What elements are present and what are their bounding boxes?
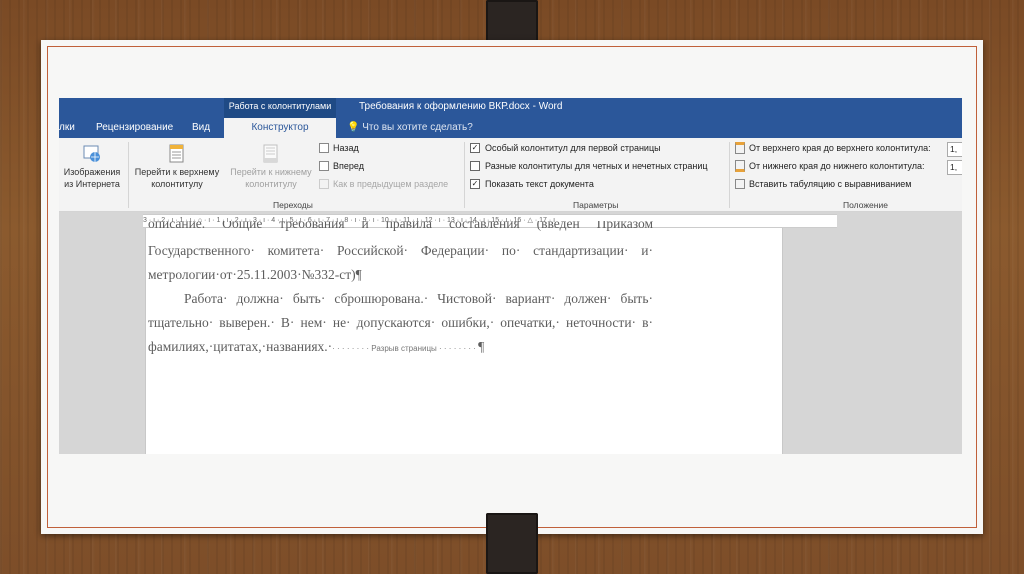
footer-position-input[interactable]: 1, <box>947 160 962 175</box>
previous-label: Назад <box>333 143 359 153</box>
show-text-label: Показать текст документа <box>485 179 594 189</box>
odd-even-checkbox[interactable]: Разные колонтитулы для четных и нечетных… <box>470 159 708 174</box>
insert-alignment-tab-label: Вставить табуляцию с выравниванием <box>749 179 912 189</box>
checkbox-unchecked-icon <box>470 160 480 171</box>
previous-icon <box>319 142 329 153</box>
page-break-label: Разрыв страницы <box>371 344 437 353</box>
window-title: Требования к оформлению ВКР.docx - Word <box>359 101 563 112</box>
slide-card: Работа с колонтитулами Требования к офор… <box>41 40 983 534</box>
group-separator <box>464 142 465 208</box>
pilcrow-mark: ¶ <box>478 339 485 354</box>
online-pictures-label: Изображения из Интернета <box>63 167 121 189</box>
tab-design[interactable]: Конструктор <box>224 118 336 138</box>
tab-mailings[interactable]: лки <box>59 118 83 138</box>
text-line-partial: описание. Общие требования и правила сос… <box>148 221 653 231</box>
tell-me-box[interactable]: 💡 Что вы хотите сделать? <box>347 118 473 138</box>
next-label: Вперед <box>333 161 364 171</box>
text-line-with-break: фамилиях,·цитатах,·названиях.·· · · · · … <box>148 335 653 359</box>
text-line: Государственного· комитета· Российской· … <box>148 243 653 258</box>
footer-position-control: От нижнего края до нижнего колонтитула: <box>735 159 924 174</box>
previous-button[interactable]: Назад <box>319 141 359 156</box>
show-text-checkbox[interactable]: ✓ Показать текст документа <box>470 177 594 192</box>
different-first-page-checkbox[interactable]: ✓ Особый колонтитул для первой страницы <box>470 141 661 156</box>
goto-footer-button[interactable]: Перейти к нижнему колонтитулу <box>225 144 317 190</box>
alignment-tab-icon <box>735 178 745 189</box>
tab-view[interactable]: Вид <box>192 118 210 138</box>
header-position-input[interactable]: 1, <box>947 142 962 157</box>
next-icon <box>319 160 329 171</box>
footer-page-icon <box>262 144 280 164</box>
title-bar: Работа с колонтитулами Требования к офор… <box>59 98 962 118</box>
tab-review[interactable]: Рецензирование <box>96 118 173 138</box>
lightbulb-icon: 💡 <box>347 122 360 133</box>
goto-header-label: Перейти к верхнему колонтитулу <box>134 167 220 189</box>
link-icon <box>319 178 329 189</box>
context-tab-group: Работа с колонтитулами <box>224 98 336 118</box>
header-position-control: От верхнего края до верхнего колонтитула… <box>735 141 931 156</box>
text-line: Работа· должна· быть· сброшюрована.· Чис… <box>184 291 653 306</box>
text-line: фамилиях,·цитатах,·названиях.· <box>148 339 333 354</box>
online-pictures-icon <box>83 144 101 164</box>
page-break-marker: · · · · · · · · Разрыв страницы · · · · … <box>332 344 479 353</box>
checkbox-checked-icon: ✓ <box>470 142 480 153</box>
text-line: тщательно· выверен.· В· нем· не· допуска… <box>148 315 653 330</box>
navigation-group-label: Переходы <box>273 200 313 210</box>
options-group-label: Параметры <box>573 200 619 210</box>
link-previous-label: Как в предыдущем разделе <box>333 179 449 189</box>
text-line: метрологии·от·25.11.2003·№332-ст)¶ <box>148 267 362 282</box>
binder-clip-bottom <box>486 513 538 574</box>
footer-position-label: От нижнего края до нижнего колонтитула: <box>749 161 925 171</box>
insert-alignment-tab-button[interactable]: Вставить табуляцию с выравниванием <box>735 177 911 192</box>
group-separator <box>729 142 730 208</box>
tell-me-text: Что вы хотите сделать? <box>362 122 473 133</box>
goto-header-button[interactable]: Перейти к верхнему колонтитулу <box>131 144 223 190</box>
checkbox-checked-icon: ✓ <box>470 178 480 189</box>
ribbon-tabs: лки Рецензирование Вид Конструктор 💡 Что… <box>59 118 962 138</box>
link-previous-button[interactable]: Как в предыдущем разделе <box>319 177 448 192</box>
document-text-top: описание. Общие требования и правила сос… <box>148 221 653 239</box>
header-position-label: От верхнего края до верхнего колонтитула… <box>749 143 931 153</box>
header-position-icon <box>735 141 745 154</box>
goto-footer-label: Перейти к нижнему колонтитулу <box>230 167 312 189</box>
odd-even-label: Разные колонтитулы для четных и нечетных… <box>485 161 708 171</box>
header-page-icon <box>168 144 186 164</box>
next-button[interactable]: Вперед <box>319 159 364 174</box>
document-text: Государственного· комитета· Российской· … <box>148 239 653 359</box>
footer-position-icon <box>735 159 745 172</box>
group-separator <box>128 142 129 208</box>
word-screenshot: Работа с колонтитулами Требования к офор… <box>59 98 962 454</box>
different-first-page-label: Особый колонтитул для первой страницы <box>485 143 661 153</box>
online-pictures-button[interactable]: Изображения из Интернета <box>59 144 125 190</box>
ribbon: Изображения из Интернета Перейти к верхн… <box>59 138 962 212</box>
position-group-label: Положение <box>843 200 888 210</box>
